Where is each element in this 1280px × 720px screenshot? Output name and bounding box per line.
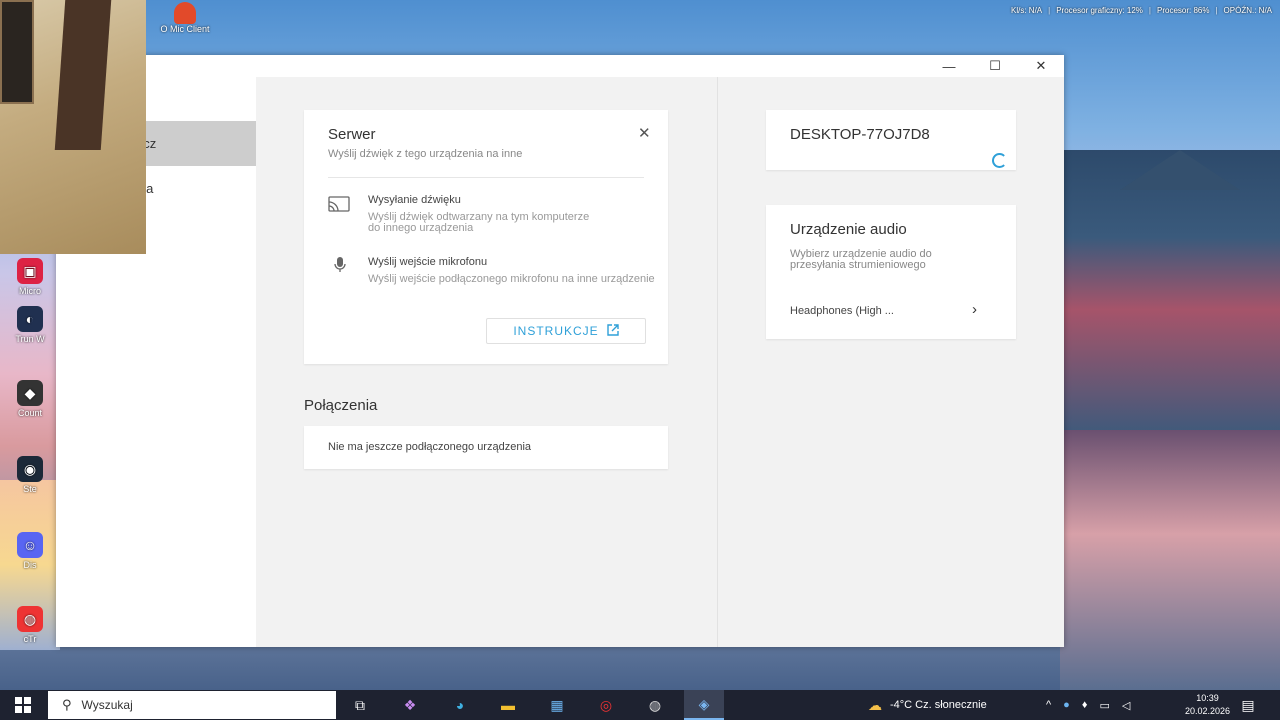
webcam-shadow (54, 0, 112, 150)
server-subtitle: Wyślij dźwięk z tego urządzenia na inne (328, 148, 523, 160)
loading-spinner-icon (992, 153, 1007, 168)
desktop-icon-label: cTr (23, 634, 37, 644)
store-icon[interactable]: ▦ (537, 690, 577, 720)
minimize-button[interactable]: — (926, 55, 972, 77)
webcam-overlay (0, 0, 146, 254)
card-divider (328, 177, 644, 178)
chevron-up-icon[interactable]: ^ (1046, 699, 1051, 711)
volume-icon[interactable]: ◁ (1122, 699, 1130, 712)
desktop-icon-label: Micro (19, 286, 41, 296)
desktop-icon-1[interactable]: ▣ Micro (0, 258, 60, 296)
desktop-icon-label: Count (17, 408, 43, 418)
clock[interactable]: 10:39 20.02.2026 (1185, 692, 1230, 718)
option-desc: Wyślij wejście podłączonego mikrofonu na… (368, 273, 655, 285)
app-icon: ◆ (17, 380, 43, 406)
chevron-right-icon: › (972, 301, 977, 318)
taskbar: ⚲ Wyszukaj ⧉ ❖ ◕ ▬ ▦ ◎ ◍ ◈ ☁ -4°C Cz. sł… (0, 690, 1280, 720)
steam-icon: ◉ (17, 456, 43, 482)
stat-gpu: Procesor graficzny: 12% (1056, 6, 1143, 15)
edge-icon[interactable]: ◕ (440, 690, 480, 720)
network-icon[interactable]: ▭ (1099, 699, 1109, 712)
mic-client-icon (174, 2, 196, 24)
option-title: Wyślij wejście mikrofonu (368, 256, 488, 268)
title-bar: — ☐ ✕ (56, 55, 1064, 77)
audio-relay-taskbar-icon[interactable]: ◈ (684, 690, 724, 720)
connections-title: Połączenia (304, 397, 378, 414)
button-label: INSTRUKCJE (513, 324, 599, 338)
cast-icon (328, 196, 350, 215)
desktop-icon-5[interactable]: ☺ Dis (0, 532, 60, 570)
mic-icon (334, 257, 346, 276)
instructions-button[interactable]: INSTRUKCJE (486, 318, 646, 344)
desktop-icon-2[interactable]: ◐ Trun W (0, 306, 60, 344)
weather-widget[interactable]: ☁ -4°C Cz. słonecznie (868, 690, 987, 720)
close-button[interactable]: ✕ (1018, 55, 1064, 77)
time: 10:39 (1196, 693, 1219, 703)
connections-card: Nie ma jeszcze podłączonego urządzenia (304, 426, 668, 469)
task-view-icon[interactable]: ⧉ (340, 690, 380, 720)
option-desc: Wyślij dźwięk odtwarzany na tym komputer… (368, 211, 590, 234)
device-card: DESKTOP-77OJ7D8 (766, 110, 1016, 170)
start-button[interactable] (0, 690, 46, 720)
performance-overlay: Kl/s: N/A | Procesor graficzny: 12% | Proc… (1011, 6, 1272, 15)
microphone-icon[interactable]: ♦ (1082, 699, 1088, 711)
main-panel: Serwer Wyślij dźwięk z tego urządzenia n… (256, 77, 718, 647)
desktop-icon-label: Trun W (15, 334, 45, 344)
desktop-icon-label: Dis (23, 560, 37, 570)
discord-icon: ☺ (17, 532, 43, 558)
date: 20.02.2026 (1184, 706, 1230, 716)
selected-device: Headphones (High ... (790, 305, 894, 317)
stat-cpu: Procesor: 86% (1157, 6, 1210, 15)
app-icon: ◍ (17, 606, 43, 632)
system-tray: ^ ● ♦ ▭ ◁ (1046, 690, 1130, 720)
audio-device-subtitle: Wybierz urządzenie audio do przesyłania … (790, 248, 932, 271)
maximize-button[interactable]: ☐ (972, 55, 1018, 77)
server-card: Serwer Wyślij dźwięk z tego urządzenia n… (304, 110, 668, 364)
copilot-icon[interactable]: ❖ (390, 690, 430, 720)
external-link-icon (606, 323, 619, 339)
file-explorer-icon[interactable]: ▬ (488, 690, 528, 720)
wallpaper-house (1060, 150, 1280, 440)
device-name: DESKTOP-77OJ7D8 (790, 126, 930, 143)
audio-device-card: Urządzenie audio Wybierz urządzenie audi… (766, 205, 1016, 339)
weather-text: -4°C Cz. słonecznie (890, 699, 987, 711)
desktop-icon-4[interactable]: ◉ Ste (0, 456, 60, 494)
option-title: Wysyłanie dźwięku (368, 194, 461, 206)
search-placeholder: Wyszukaj (81, 698, 133, 712)
audio-device-title: Urządzenie audio (790, 221, 907, 238)
search-icon: ⚲ (62, 697, 72, 712)
close-icon[interactable]: ✕ (638, 124, 651, 142)
wallpaper-water (1060, 430, 1280, 690)
desktop-icon-mic-client[interactable]: O Mic Client (150, 2, 220, 34)
webcam-picture-frame (0, 0, 34, 104)
server-title: Serwer (328, 126, 376, 143)
right-panel: DESKTOP-77OJ7D8 Urządzenie audio Wybierz… (718, 77, 1064, 647)
connections-empty-text: Nie ma jeszcze podłączonego urządzenia (328, 441, 532, 453)
stat-kls: Kl/s: N/A (1011, 6, 1043, 15)
windows-icon (15, 697, 31, 713)
stat-delay: OPÓŹN.: N/A (1223, 6, 1272, 15)
notifications-icon[interactable]: ▤ (1228, 690, 1268, 720)
weather-icon: ☁ (868, 696, 882, 713)
app-icon: ▣ (17, 258, 43, 284)
desktop-icon-3[interactable]: ◆ Count (0, 380, 60, 418)
desktop-icon-6[interactable]: ◍ cTr (0, 606, 60, 644)
desktop-icon-label: O Mic Client (160, 24, 210, 34)
ctrader-icon[interactable]: ◎ (586, 690, 626, 720)
tray-app-icon[interactable]: ● (1063, 699, 1070, 711)
audio-relay-window: — ☐ ✕ acz nia Serwer Wyślij dźwięk z teg… (56, 55, 1064, 647)
recorder-icon[interactable]: ◍ (635, 690, 675, 720)
desktop-icon-label: Ste (23, 484, 37, 494)
audio-device-selector[interactable]: Headphones (High ... › (766, 297, 1016, 329)
taskbar-search[interactable]: ⚲ Wyszukaj (48, 691, 336, 719)
app-icon: ◐ (17, 306, 43, 332)
